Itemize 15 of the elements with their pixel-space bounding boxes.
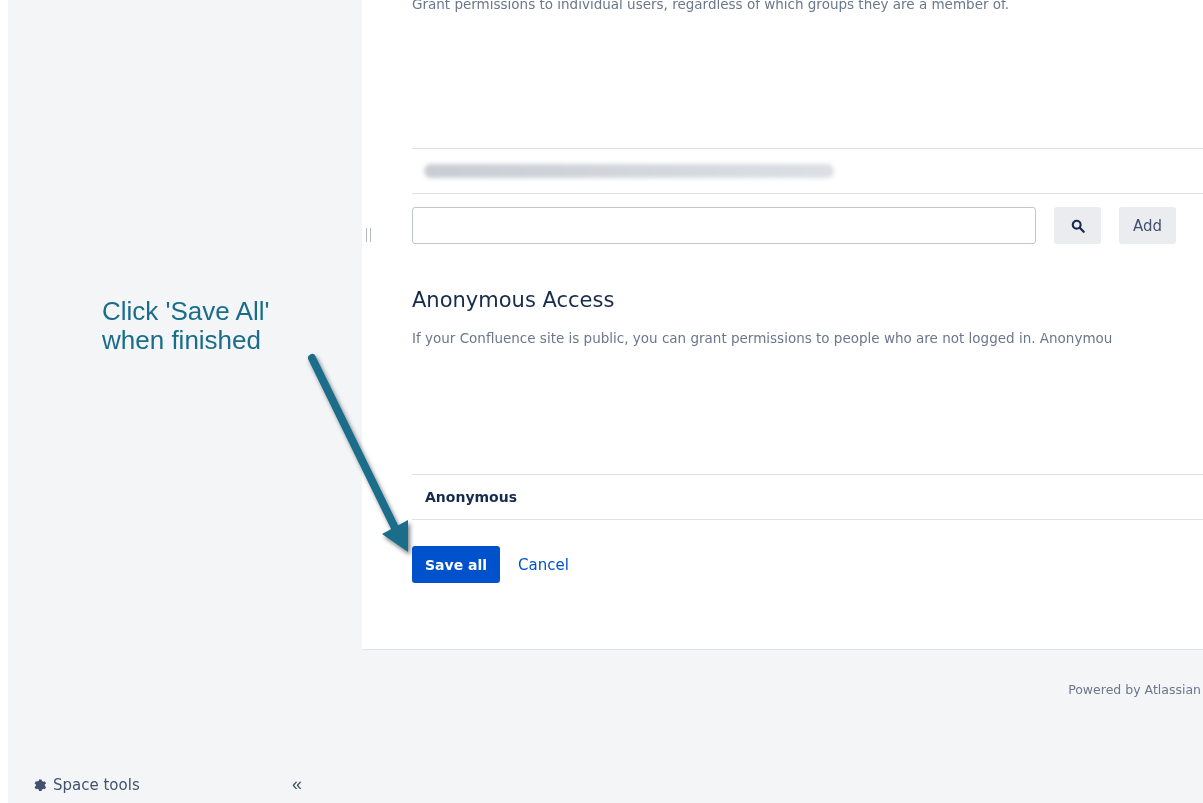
search-icon [1070, 218, 1085, 233]
add-button[interactable]: Add [1119, 207, 1177, 244]
resize-handle-icon[interactable] [366, 228, 371, 242]
space-tools-link[interactable]: Space tools [32, 775, 140, 794]
row-label: Anonymous [425, 489, 518, 505]
section-heading: Anonymous Access [412, 288, 616, 312]
search-button[interactable] [1054, 207, 1101, 244]
collapse-sidebar-button[interactable]: « [292, 774, 302, 795]
description-text: If your Confluence site is public, you can grant permissions to people who are not logged in. Anonymou [412, 330, 1114, 346]
footer-text: Powered by Atlassian [1068, 682, 1201, 697]
annotation-text: Click 'Save All' when finished [102, 297, 270, 355]
save-button[interactable]: Save all [412, 546, 501, 583]
user-search-field[interactable] [412, 207, 1036, 244]
gear-icon [32, 777, 47, 792]
cancel-link[interactable]: Cancel [518, 555, 569, 574]
